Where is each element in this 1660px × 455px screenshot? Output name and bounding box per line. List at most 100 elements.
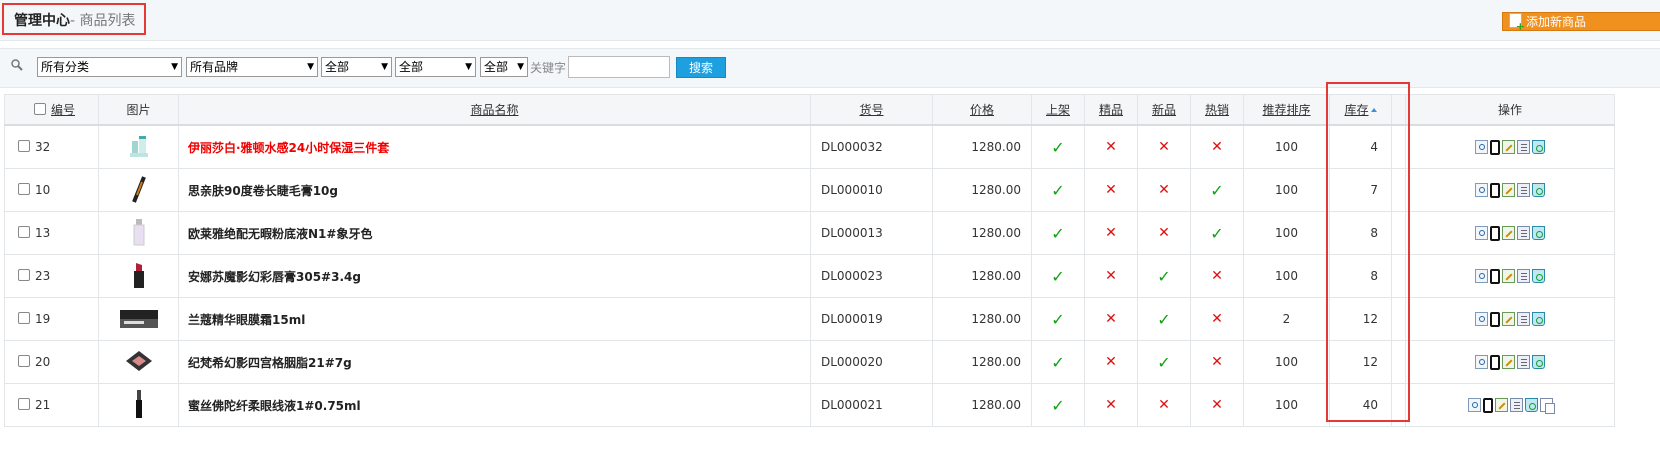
on-sale-cell[interactable]: ✓	[1031, 340, 1085, 384]
mobile-icon[interactable]	[1490, 225, 1500, 241]
goods-name-cell[interactable]: 欧莱雅绝配无暇粉底液N1#象牙色	[178, 211, 811, 255]
best-cell[interactable]: ✕	[1084, 168, 1138, 212]
trash-icon[interactable]	[1532, 355, 1545, 369]
stock-cell[interactable]: 40	[1329, 383, 1392, 427]
goods-sn[interactable]: DL000032	[810, 124, 933, 169]
cross-icon[interactable]: ✕	[1158, 139, 1170, 155]
hot-cell[interactable]: ✕	[1190, 383, 1244, 427]
goods-sn[interactable]: DL000021	[810, 383, 933, 427]
cross-icon[interactable]: ✕	[1211, 354, 1223, 370]
mobile-icon[interactable]	[1490, 268, 1500, 284]
cross-icon[interactable]: ✕	[1105, 311, 1117, 327]
goods-sn[interactable]: DL000013	[810, 211, 933, 255]
hot-cell[interactable]: ✕	[1190, 124, 1244, 169]
edit-icon[interactable]	[1502, 140, 1515, 154]
goods-name[interactable]: 安娜苏魔影幻彩唇膏305#3.4g	[188, 270, 361, 284]
check-icon[interactable]: ✓	[1051, 181, 1064, 200]
cross-icon[interactable]: ✕	[1105, 268, 1117, 284]
edit-icon[interactable]	[1502, 269, 1515, 283]
copy-icon[interactable]	[1517, 355, 1530, 369]
sort-order-cell[interactable]: 100	[1243, 211, 1330, 255]
col-new-header[interactable]: 新品	[1137, 94, 1191, 126]
view-icon[interactable]	[1475, 355, 1488, 369]
goods-name[interactable]: 思亲肤90度卷长睫毛膏10g	[188, 184, 338, 198]
sort-order-cell[interactable]: 100	[1243, 383, 1330, 427]
check-icon[interactable]: ✓	[1051, 353, 1064, 372]
copy-icon[interactable]	[1509, 398, 1523, 412]
new-cell[interactable]: ✓	[1137, 254, 1191, 298]
goods-name[interactable]: 纪梵希幻影四宫格胭脂21#7g	[188, 356, 352, 370]
col-price-header[interactable]: 价格	[932, 94, 1032, 126]
mobile-icon[interactable]	[1490, 311, 1500, 327]
mobile-icon[interactable]	[1490, 354, 1500, 370]
trash-icon[interactable]	[1524, 398, 1538, 412]
copy-icon[interactable]	[1517, 183, 1530, 197]
on-sale-cell[interactable]: ✓	[1031, 168, 1085, 212]
edit-icon[interactable]	[1502, 312, 1515, 326]
new-cell[interactable]: ✕	[1137, 168, 1191, 212]
mobile-icon[interactable]	[1490, 139, 1500, 155]
cross-icon[interactable]: ✕	[1211, 139, 1223, 155]
cross-icon[interactable]: ✕	[1105, 139, 1117, 155]
col-stock-header[interactable]: 库存	[1329, 94, 1392, 126]
goods-sn[interactable]: DL000020	[810, 340, 933, 384]
goods-price[interactable]: 1280.00	[932, 124, 1032, 169]
best-cell[interactable]: ✕	[1084, 297, 1138, 341]
new-cell[interactable]: ✕	[1137, 124, 1191, 169]
sort-order-cell[interactable]: 100	[1243, 168, 1330, 212]
goods-price[interactable]: 1280.00	[932, 254, 1032, 298]
goods-price[interactable]: 1280.00	[932, 340, 1032, 384]
view-icon[interactable]	[1475, 312, 1488, 326]
copy-icon[interactable]	[1517, 269, 1530, 283]
goods-price[interactable]: 1280.00	[932, 297, 1032, 341]
stock-cell[interactable]: 12	[1329, 340, 1392, 384]
row-checkbox[interactable]	[18, 269, 30, 281]
edit-icon[interactable]	[1502, 226, 1515, 240]
add-goods-button[interactable]: 添加新商品	[1502, 12, 1660, 31]
filter-select-1[interactable]: 全部 ▼	[321, 57, 392, 77]
best-cell[interactable]: ✕	[1084, 254, 1138, 298]
cross-icon[interactable]: ✕	[1105, 354, 1117, 370]
new-cell[interactable]: ✓	[1137, 340, 1191, 384]
goods-sn[interactable]: DL000019	[810, 297, 933, 341]
cross-icon[interactable]: ✕	[1158, 397, 1170, 413]
sort-order-cell[interactable]: 100	[1243, 340, 1330, 384]
goods-name[interactable]: 伊丽莎白·雅顿水感24小时保湿三件套	[188, 141, 389, 155]
cross-icon[interactable]: ✕	[1105, 182, 1117, 198]
stock-cell[interactable]: 8	[1329, 254, 1392, 298]
check-icon[interactable]: ✓	[1210, 224, 1223, 243]
copy-icon[interactable]	[1517, 140, 1530, 154]
hot-cell[interactable]: ✕	[1190, 254, 1244, 298]
sort-order-cell[interactable]: 100	[1243, 254, 1330, 298]
category-select[interactable]: 所有分类 ▼	[37, 57, 182, 77]
edit-icon[interactable]	[1502, 355, 1515, 369]
check-icon[interactable]: ✓	[1157, 353, 1170, 372]
view-icon[interactable]	[1467, 398, 1481, 412]
best-cell[interactable]: ✕	[1084, 383, 1138, 427]
stock-cell[interactable]: 7	[1329, 168, 1392, 212]
filter-select-2[interactable]: 全部 ▼	[395, 57, 476, 77]
search-button[interactable]: 搜索	[676, 57, 726, 78]
copy-icon[interactable]	[1517, 312, 1530, 326]
on-sale-cell[interactable]: ✓	[1031, 211, 1085, 255]
col-id-header[interactable]: 编号	[4, 94, 99, 126]
goods-name-cell[interactable]: 思亲肤90度卷长睫毛膏10g	[178, 168, 811, 212]
cross-icon[interactable]: ✕	[1158, 225, 1170, 241]
best-cell[interactable]: ✕	[1084, 211, 1138, 255]
col-name-header[interactable]: 商品名称	[178, 94, 811, 126]
copy-icon[interactable]	[1517, 226, 1530, 240]
goods-name-cell[interactable]: 蜜丝佛陀纤柔眼线液1#0.75ml	[178, 383, 811, 427]
best-cell[interactable]: ✕	[1084, 340, 1138, 384]
new-cell[interactable]: ✕	[1137, 383, 1191, 427]
filter-select-3[interactable]: 全部 ▼	[480, 57, 528, 77]
view-icon[interactable]	[1475, 183, 1488, 197]
trash-icon[interactable]	[1532, 269, 1545, 283]
goods-name[interactable]: 蜜丝佛陀纤柔眼线液1#0.75ml	[188, 399, 361, 413]
view-icon[interactable]	[1475, 226, 1488, 240]
check-icon[interactable]: ✓	[1051, 267, 1064, 286]
hot-cell[interactable]: ✕	[1190, 340, 1244, 384]
edit-icon[interactable]	[1502, 183, 1515, 197]
check-icon[interactable]: ✓	[1051, 224, 1064, 243]
goods-price[interactable]: 1280.00	[932, 168, 1032, 212]
duplicate-icon[interactable]	[1539, 398, 1555, 414]
